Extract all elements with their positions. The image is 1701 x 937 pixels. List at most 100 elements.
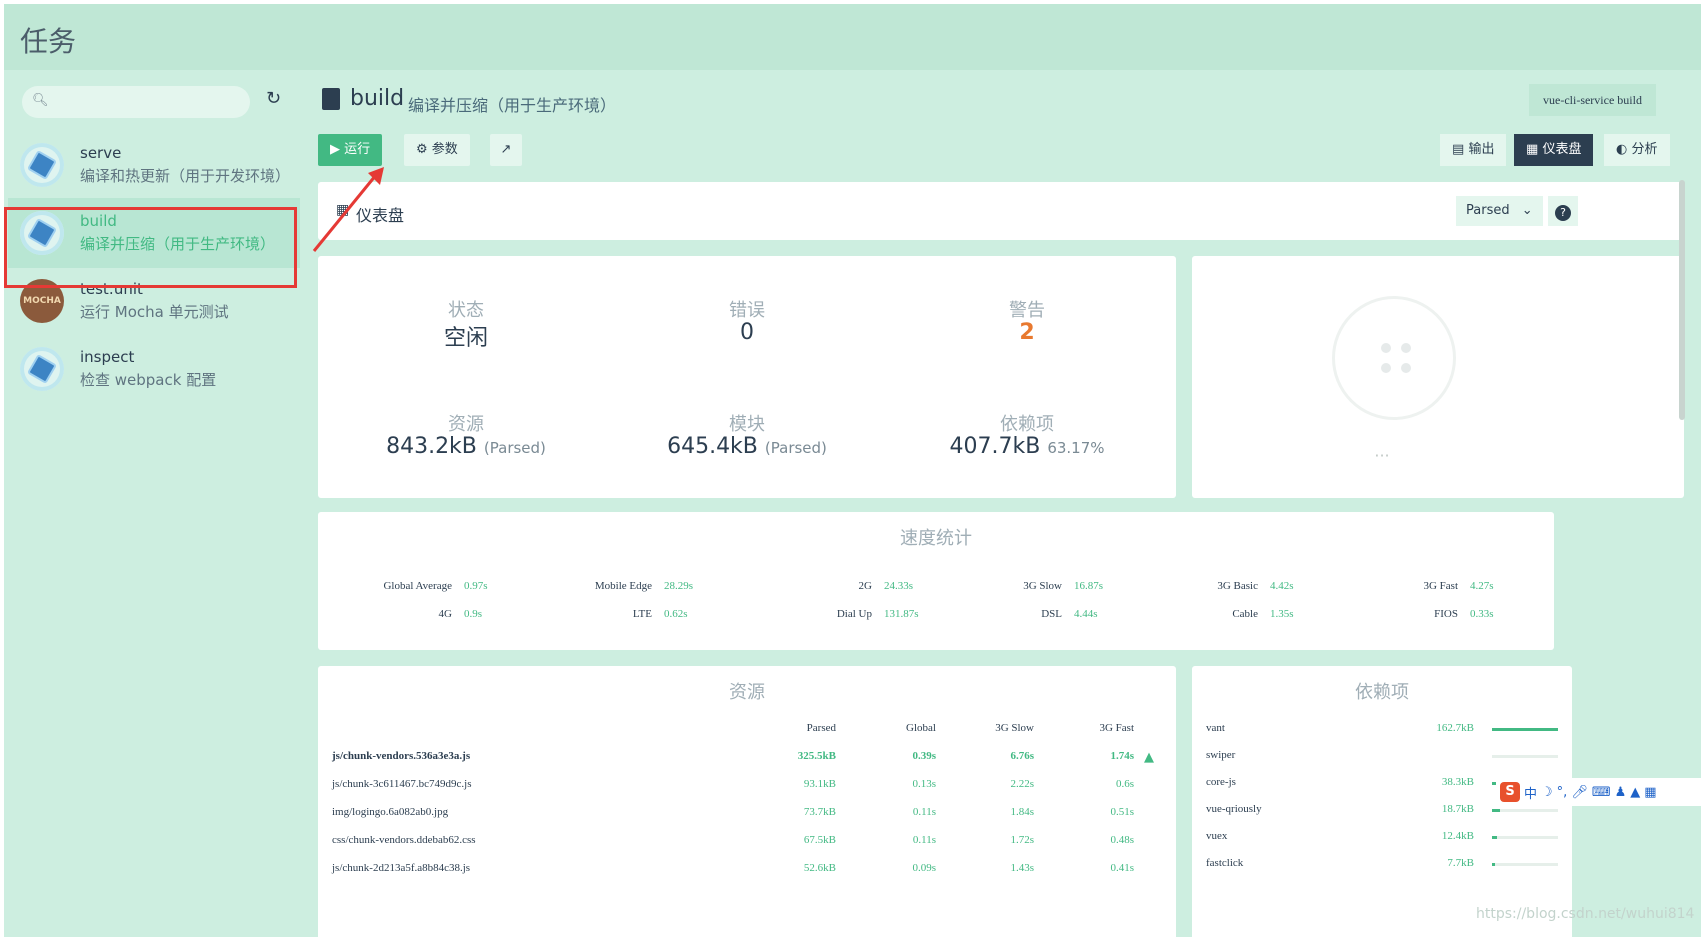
warnings-value: 2 xyxy=(1019,320,1035,345)
chevron-down-icon: ⌄ xyxy=(1521,203,1533,218)
grid-icon: ▦ xyxy=(1644,784,1657,800)
asset-global: 0.11s xyxy=(912,834,936,846)
speed-item-value: 4.27s xyxy=(1470,580,1494,592)
gear-icon: ⚙ xyxy=(416,142,428,157)
assets-sub: (Parsed) xyxy=(483,439,546,457)
asset-parsed: 67.5kB xyxy=(803,834,836,846)
assets-value: 843.2kB xyxy=(386,434,477,459)
task-item-build[interactable]: build 编译并压缩（用于生产环境） xyxy=(8,198,300,268)
asset-slow: 6.76s xyxy=(1010,750,1034,762)
task-item-inspect[interactable]: inspect 检查 webpack 配置 xyxy=(8,334,300,404)
keyboard-icon: ⌨ xyxy=(1591,784,1611,800)
modules-size: 645.4kB (Parsed) xyxy=(627,434,867,459)
errors-label: 错误 xyxy=(729,300,765,321)
external-link-icon[interactable]: ↗ xyxy=(490,134,522,166)
dashboard-icon: ▦ xyxy=(336,202,350,218)
task-name: serve xyxy=(80,144,122,162)
tab-analyze[interactable]: ◐ 分析 xyxy=(1604,134,1670,166)
speed-item-name: Dial Up xyxy=(836,608,872,620)
status-indicator-card: ··· xyxy=(1192,256,1684,498)
dep-name: vant xyxy=(1206,722,1225,734)
help-button[interactable]: ? xyxy=(1548,196,1578,226)
assets-card: 资源 Parsed Global 3G Slow 3G Fast js/chun… xyxy=(318,666,1176,937)
task-desc: 编译并压缩（用于生产环境） xyxy=(80,235,276,253)
dep-size-bar xyxy=(1492,728,1558,731)
tab-output[interactable]: ▤ 输出 xyxy=(1440,134,1507,166)
speed-item-value: 4.44s xyxy=(1074,608,1098,620)
search-icon: 🔍︎ xyxy=(32,93,49,108)
task-name: build xyxy=(80,212,117,230)
run-button[interactable]: ▶ 运行 xyxy=(318,134,383,166)
dep-size-bar-fill xyxy=(1492,809,1500,812)
asset-parsed: 73.7kB xyxy=(803,806,836,818)
col-3g-fast: 3G Fast xyxy=(1099,722,1134,734)
mode-value: Parsed xyxy=(1466,203,1510,218)
play-icon: ▶ xyxy=(330,142,340,157)
app-title: 任务 xyxy=(20,25,77,58)
modules-sub: (Parsed) xyxy=(764,439,827,457)
task-description: 编译并压缩（用于生产环境） xyxy=(408,96,617,115)
asset-fast: 0.48s xyxy=(1110,834,1134,846)
assets-size: 843.2kB (Parsed) xyxy=(346,434,586,459)
dep-size-bar-fill xyxy=(1492,836,1498,839)
output-label: 输出 xyxy=(1468,142,1495,157)
status-label: 状态 xyxy=(448,300,484,321)
dep-size-bar-fill xyxy=(1492,728,1558,731)
ime-toolbar[interactable]: S 中 ☽ °, 🎤︎ ⌨ ♟ ▲ ▦ xyxy=(1496,778,1701,806)
task-item-test-unit[interactable]: MOCHA test:unit 运行 Mocha 单元测试 xyxy=(8,266,300,336)
status-value: 空闲 xyxy=(443,326,488,351)
speed-item-value: 28.29s xyxy=(664,580,694,592)
errors-value: 0 xyxy=(740,320,754,345)
task-item-serve[interactable]: serve 编译和热更新（用于开发环境） xyxy=(8,130,300,200)
dashboard-icon: ▦ xyxy=(1526,142,1539,157)
deps-value: 407.7kB xyxy=(949,434,1041,459)
asset-slow: 1.84s xyxy=(1010,806,1034,818)
speed-item-name: Cable xyxy=(1232,608,1258,620)
params-button[interactable]: ⚙ 参数 xyxy=(404,134,470,166)
dep-size: 162.7kB xyxy=(1436,722,1474,734)
dep-name: vue-qriously xyxy=(1206,803,1262,815)
speed-stats-card: 速度统计 Global Average 0.97s Mobile Edge 28.29… xyxy=(318,512,1554,650)
speed-item-value: 24.33s xyxy=(884,580,914,592)
asset-slow: 2.22s xyxy=(1010,778,1034,790)
analyze-icon: ◐ xyxy=(1616,142,1628,157)
asset-parsed: 325.5kB xyxy=(797,750,836,762)
inspect-icon xyxy=(20,347,64,391)
shirt-icon: ▲ xyxy=(1630,784,1641,800)
asset-slow: 1.72s xyxy=(1010,834,1034,846)
speed-item-name: 3G Fast xyxy=(1423,580,1458,592)
col-3g-slow: 3G Slow xyxy=(995,722,1034,734)
deps-sub: 63.17% xyxy=(1047,439,1105,457)
asset-global: 0.39s xyxy=(912,750,936,762)
command-badge: vue-cli-service build xyxy=(1529,84,1656,116)
speed-item-name: 3G Slow xyxy=(1023,580,1062,592)
tab-dashboard[interactable]: ▦ 仪表盘 xyxy=(1514,134,1594,166)
speed-item-name: 3G Basic xyxy=(1217,580,1258,592)
asset-global: 0.09s xyxy=(912,862,936,874)
asset-parsed: 52.6kB xyxy=(803,862,836,874)
dashboard-label: 仪表盘 xyxy=(1542,142,1582,157)
task-desc: 编译和热更新（用于开发环境） xyxy=(80,167,291,185)
assets-title: 资源 xyxy=(729,682,765,703)
watermark: https://blog.csdn.net/wuhui814 xyxy=(1476,906,1695,922)
deps-size: 407.7kB 63.17% xyxy=(907,434,1147,459)
dep-name: swiper xyxy=(1206,749,1236,761)
scrollbar[interactable] xyxy=(1679,180,1685,420)
mode-select[interactable]: Parsed ⌄ xyxy=(1456,196,1543,226)
mic-icon: 🎤︎ xyxy=(1571,784,1588,800)
speed-item-name: LTE xyxy=(632,608,652,620)
task-name: inspect xyxy=(80,348,135,366)
webpack-icon xyxy=(20,211,64,255)
dashboard-header-card: ▦ 仪表盘 Parsed ⌄ ? xyxy=(318,182,1684,240)
modules-label: 模块 xyxy=(729,414,765,435)
assets-label: 资源 xyxy=(448,414,484,435)
task-sidebar: 🔍︎ ↻ serve 编译和热更新（用于开发环境） build 编译并压缩（用于… xyxy=(0,70,302,937)
deps-label: 依赖项 xyxy=(1000,414,1054,435)
refresh-icon[interactable]: ↻ xyxy=(266,88,281,109)
dep-size: 12.4kB xyxy=(1441,830,1474,842)
speed-item-name: 2G xyxy=(858,580,872,592)
moon-icon: ☽ xyxy=(1541,784,1553,800)
search-input[interactable]: 🔍︎ xyxy=(22,86,250,118)
modules-value: 645.4kB xyxy=(667,434,758,459)
task-title: build xyxy=(350,86,405,111)
